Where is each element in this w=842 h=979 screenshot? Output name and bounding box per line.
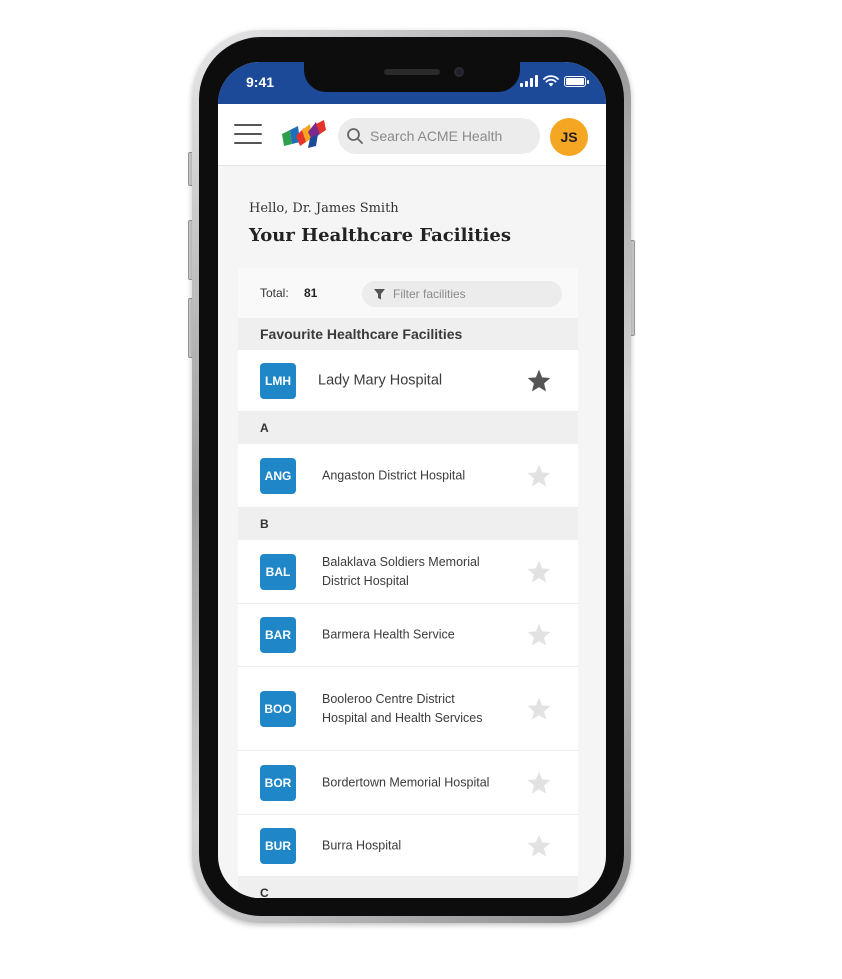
battery-icon (564, 76, 589, 87)
facility-code-badge: BUR (260, 827, 296, 864)
star-icon[interactable] (526, 622, 552, 648)
app-header: JS (218, 104, 606, 166)
facility-row[interactable]: BAR Barmera Health Service (238, 604, 578, 667)
facility-code-badge: BOR (260, 764, 296, 801)
facilities-list: Favourite Healthcare Facilities LMH Lady… (238, 318, 578, 898)
status-bar: 9:41 (218, 62, 606, 104)
star-icon[interactable] (526, 696, 552, 722)
facility-name: Lady Mary Hospital (318, 372, 443, 388)
facility-code-badge: BOO (260, 690, 296, 727)
star-icon[interactable] (526, 833, 552, 859)
notch (304, 62, 520, 92)
acme-logo-icon[interactable] (280, 118, 328, 152)
facility-name: Barmera Health Service (322, 627, 455, 642)
total-count: 81 (304, 286, 318, 300)
total-label: Total: (260, 286, 289, 300)
facility-row[interactable]: BOR Bordertown Memorial Hospital (238, 751, 578, 815)
favourites-section-header: Favourite Healthcare Facilities (238, 318, 578, 350)
star-icon[interactable] (526, 559, 552, 585)
status-icons (520, 75, 589, 87)
filter-bar[interactable] (362, 281, 562, 307)
facility-name: Burra Hospital (322, 838, 402, 852)
wifi-icon (543, 75, 559, 87)
facilities-card: Total: 81 Favourite Healthcare Facilitie… (238, 268, 578, 898)
facility-name: Balaklava Soldiers Memorial District Hos… (322, 554, 480, 588)
front-camera (454, 67, 464, 77)
star-icon[interactable] (526, 368, 552, 394)
facility-name: Angaston District Hospital (322, 468, 466, 482)
filter-icon (374, 288, 385, 299)
facility-code-badge: BAL (260, 553, 296, 590)
facility-row[interactable]: BUR Burra Hospital (238, 815, 578, 877)
search-icon (347, 128, 363, 144)
favourite-facility-row[interactable]: LMH Lady Mary Hospital (238, 350, 578, 412)
facility-code-badge: ANG (260, 457, 296, 494)
cellular-signal-icon (520, 75, 538, 87)
filter-input[interactable] (393, 287, 553, 301)
facility-row[interactable]: ANG Angaston District Hospital (238, 444, 578, 508)
facility-row[interactable]: BAL Balaklava Soldiers Memorial District… (238, 540, 578, 604)
section-header-c: C (238, 877, 578, 898)
facility-code-badge: BAR (260, 617, 296, 653)
section-header-a: A (238, 412, 578, 444)
facility-row[interactable]: BOO Booleroo Centre District Hospital an… (238, 667, 578, 751)
search-bar[interactable] (338, 118, 540, 154)
menu-icon[interactable] (234, 124, 262, 144)
facility-code-badge: LMH (260, 362, 296, 399)
facilities-summary: Total: 81 (238, 268, 578, 318)
user-avatar[interactable]: JS (550, 118, 588, 156)
search-input[interactable] (370, 128, 530, 144)
facility-name: Booleroo Centre District Hospital and He… (322, 691, 483, 725)
star-icon[interactable] (526, 463, 552, 489)
status-time: 9:41 (246, 74, 275, 90)
phone-screen: 9:41 Search ACME Health JS Hello, Dr. Ja… (218, 62, 606, 898)
speaker (384, 69, 440, 75)
greeting-text: Hello, Dr. James Smith (249, 201, 399, 216)
section-header-b: B (238, 508, 578, 540)
facility-name: Bordertown Memorial Hospital (322, 775, 490, 789)
star-icon[interactable] (526, 770, 552, 796)
page-title: Your Healthcare Facilities (249, 225, 511, 246)
